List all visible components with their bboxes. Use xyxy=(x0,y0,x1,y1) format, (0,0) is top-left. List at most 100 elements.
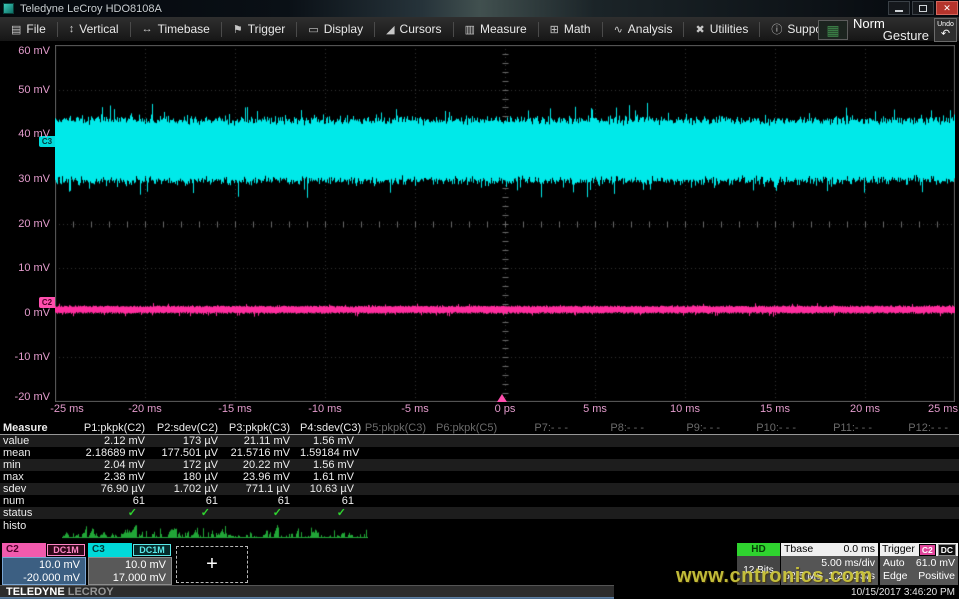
c3-offset: 17.000 mV xyxy=(94,572,166,585)
hd-bits: 12 Bits xyxy=(737,556,780,585)
window-close-button[interactable]: ✕ xyxy=(936,1,958,15)
measure-column-header[interactable]: P12:- - - xyxy=(882,421,958,435)
file-icon: ▤ xyxy=(11,23,21,36)
measure-ruler-icon: ▥ xyxy=(465,23,475,36)
measure-row-mean: mean2.18689 mV177.501 µV21.5716 mV1.5918… xyxy=(0,447,959,459)
measure-table: histo MeasureP1:pkpk(C2)P2:sdev(C2)P3:pk… xyxy=(0,421,959,543)
measure-value-cell: 61 xyxy=(60,495,155,507)
trigger-position-marker[interactable] xyxy=(497,394,507,402)
analysis-wave-icon: ∿ xyxy=(614,23,623,36)
measure-column-header[interactable]: P3:pkpk(C3) xyxy=(228,421,300,435)
measure-column-header[interactable]: P6:pkpk(C5) xyxy=(436,421,502,435)
utilities-tools-icon: ✖ xyxy=(695,23,704,36)
menu-item-label: Vertical xyxy=(79,22,118,36)
measure-column-header[interactable]: P1:pkpk(C2) xyxy=(60,421,155,435)
measure-row-min: min2.04 mV172 µV20.22 mV1.56 mV xyxy=(0,459,959,471)
measure-header-row: Measure P1:pkpk(C2)P2:sdev(C2)P3:pkpk(C3)… xyxy=(0,421,959,435)
measure-value-cell: 61 xyxy=(300,495,364,507)
waveform-grid-canvas[interactable] xyxy=(55,45,955,402)
hd-badge: HD xyxy=(737,543,780,556)
menu-item-label: Trigger xyxy=(248,22,286,36)
measure-value-cell: 1.56 mV xyxy=(300,435,364,447)
brand-strip: TELEDYNE LECROY xyxy=(0,585,614,599)
x-axis-tick-label: -20 ms xyxy=(113,403,177,415)
histo-sparkline xyxy=(62,522,368,539)
c3-channel-settings: 10.0 mV 17.000 mV xyxy=(88,557,172,585)
app-logo-icon xyxy=(3,3,14,14)
hd-mode-box[interactable]: HD 12 Bits xyxy=(737,543,780,585)
datetime-display: 10/15/2017 3:46:20 PM xyxy=(851,587,955,598)
timebase-samples: 62.5 MS xyxy=(784,570,823,583)
menu-vertical[interactable]: ↕Vertical xyxy=(58,17,130,41)
gesture-mode-control[interactable]: Norm Gesture xyxy=(853,17,929,43)
window-minimize-button[interactable] xyxy=(888,1,910,15)
y-axis-tick-label: 20 mV xyxy=(0,218,50,230)
menu-items: ▤File↕Vertical↔Timebase⚑Trigger▭Display◢… xyxy=(0,17,840,41)
menu-timebase[interactable]: ↔Timebase xyxy=(131,17,221,41)
trigger-box[interactable]: Trigger C2 DC Auto 61.0 mV Edge Positive xyxy=(880,543,958,585)
measure-value-cell: 172 µV xyxy=(155,459,228,471)
measure-row-label: num xyxy=(3,495,24,507)
trigger-coupling-badge: DC xyxy=(938,544,956,556)
measure-column-header[interactable]: P4:sdev(C3) xyxy=(300,421,364,435)
menu-measure[interactable]: ▥ Measure xyxy=(454,17,538,41)
measure-value-cell: 21.5716 mV xyxy=(228,447,300,459)
timebase-rate: 1.25 GS/s xyxy=(828,570,875,583)
menu-display[interactable]: ▭Display xyxy=(297,17,374,41)
measure-column-header[interactable]: P8:- - - xyxy=(578,421,654,435)
title-bar: Teledyne LeCroy HDO8108A ✕ xyxy=(0,0,959,17)
measure-row-label: min xyxy=(3,459,21,471)
measure-column-header[interactable]: P7:- - - xyxy=(502,421,578,435)
grid-display-button[interactable]: ▦ xyxy=(818,20,848,40)
x-axis-tick-label: 5 ms xyxy=(563,403,627,415)
window-restore-button[interactable] xyxy=(912,1,934,15)
gesture-label: Gesture xyxy=(883,28,929,43)
y-axis-tick-label: 40 mV xyxy=(0,128,50,140)
menu-right-cluster: ▦ Norm Gesture Undo ↶ xyxy=(818,17,957,43)
x-axis-tick-label: 0 ps xyxy=(473,403,537,415)
support-info-icon: ⓘ xyxy=(771,21,782,37)
add-channel-button[interactable]: + xyxy=(176,546,248,583)
c3-channel-box[interactable]: C3 DC1M 10.0 mV 17.000 mV xyxy=(88,543,172,585)
measure-value-cell: 2.12 mV xyxy=(60,435,155,447)
c3-coupling-badge: DC1M xyxy=(133,544,171,556)
trigger-mode: Auto xyxy=(883,557,905,570)
measure-row-label: sdev xyxy=(3,483,26,495)
menu-item-label: Measure xyxy=(480,22,527,36)
menu-utilities[interactable]: ✖ Utilities xyxy=(684,17,759,41)
menu-trigger[interactable]: ⚑Trigger xyxy=(222,17,296,41)
trigger-level: 61.0 mV xyxy=(916,557,955,570)
x-axis-tick-label: 10 ms xyxy=(653,403,717,415)
c2-channel-box[interactable]: C2 DC1M 10.0 mV -20.000 mV xyxy=(2,543,86,585)
measure-value-cell: 2.38 mV xyxy=(60,471,155,483)
x-axis-tick-label: -15 ms xyxy=(203,403,267,415)
y-axis-tick-label: 60 mV xyxy=(0,45,50,57)
measure-column-header[interactable]: P9:- - - xyxy=(654,421,730,435)
measure-column-header[interactable]: P11:- - - xyxy=(806,421,882,435)
cursors-icon: ◢ xyxy=(386,23,394,36)
y-axis-tick-label: 30 mV xyxy=(0,173,50,185)
waveform-plot-area: C3 C2 60 mV50 mV40 mV30 mV20 mV10 mV0 mV… xyxy=(0,43,959,421)
menu-item-label: Utilities xyxy=(710,22,749,36)
menu-item-label: Math xyxy=(564,22,591,36)
measure-value-cell: 1.702 µV xyxy=(155,483,228,495)
menu-item-label: Analysis xyxy=(628,22,673,36)
measure-column-header[interactable]: P10:- - - xyxy=(730,421,806,435)
x-axis-tick-label: -5 ms xyxy=(383,403,447,415)
timebase-box[interactable]: Tbase 0.0 ms 5.00 ms/div 62.5 MS 1.25 GS… xyxy=(781,543,878,585)
trigger-slope: Positive xyxy=(918,570,955,583)
c3-volts-per-div: 10.0 mV xyxy=(94,559,166,572)
timebase-arrows-icon: ↔ xyxy=(142,23,153,35)
measure-column-header[interactable]: P2:sdev(C2) xyxy=(155,421,228,435)
y-axis-tick-label: -20 mV xyxy=(0,391,50,403)
undo-button-label: Undo xyxy=(937,21,954,28)
trigger-label: Trigger xyxy=(882,543,917,556)
measure-title: Measure xyxy=(3,421,48,435)
menu-file[interactable]: ▤File xyxy=(0,17,57,41)
menu-math[interactable]: ⊞Math xyxy=(539,17,602,41)
measure-value-cell: 10.63 µV xyxy=(300,483,364,495)
menu-analysis[interactable]: ∿ Analysis xyxy=(603,17,684,41)
undo-button[interactable]: Undo ↶ xyxy=(934,18,957,42)
measure-column-header[interactable]: P5:pkpk(C3) xyxy=(364,421,436,435)
menu-cursors[interactable]: ◢Cursors xyxy=(375,17,452,41)
